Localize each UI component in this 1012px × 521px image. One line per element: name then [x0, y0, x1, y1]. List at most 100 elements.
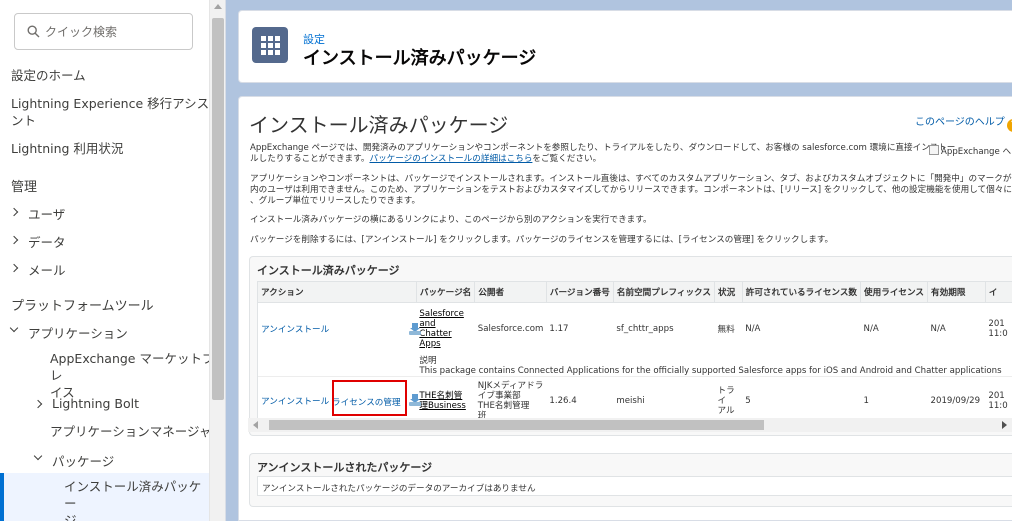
- col-header: バージョン番号: [546, 282, 614, 303]
- package-name-link[interactable]: THE名刺管 理Business: [419, 391, 466, 411]
- appexchange-image-alt: AppExchange へ: [941, 147, 1012, 157]
- horizontal-scrollbar-thumb[interactable]: [269, 420, 764, 430]
- page-header: 設定 インストール済みパッケージ: [238, 10, 1012, 83]
- sidebar-scrollbar-thumb[interactable]: [212, 18, 224, 400]
- package-name-line: THE名刺管: [419, 390, 463, 401]
- help-icon: ?: [1006, 119, 1012, 132]
- package-name: Salesforce and Chatter Apps: [416, 302, 474, 356]
- col-header: アクション: [258, 282, 417, 303]
- sidebar-item-lightning-usage[interactable]: Lightning 利用状況: [11, 140, 123, 157]
- manage-licenses-highlight: [332, 380, 407, 416]
- used-licenses-cell: N/A: [863, 324, 879, 335]
- sidebar-item-label-line: ジ: [64, 513, 77, 521]
- package-name-line: 理Business: [419, 400, 466, 411]
- sidebar-item-label: Lightning Bolt: [52, 396, 140, 411]
- setup-sidebar: 設定のホーム Lightning Experience 移行アシスタ ント Li…: [0, 0, 226, 521]
- publisher-line: NJKメディアドラ: [477, 380, 544, 391]
- sidebar-item-label: Lightning Experience 移行アシスタ: [11, 96, 222, 111]
- installed-packages-table: アクション パッケージ名 公開者 バージョン番号 名前空間プレフィックス 状況 …: [257, 281, 1012, 430]
- appexchange-image[interactable]: AppExchange へ: [929, 145, 1011, 157]
- allowed-licenses-cell: N/A: [745, 324, 761, 335]
- broken-image-icon: [929, 145, 939, 155]
- col-header: 名前空間プレフィックス: [613, 282, 715, 303]
- download-icon[interactable]: [408, 394, 422, 406]
- installed-packages-block: インストール済みパッケージ アクション パッケージ名 公開者 バージョン番号 名…: [249, 256, 1012, 436]
- sidebar-item-setup-home[interactable]: 設定のホーム: [11, 67, 86, 84]
- col-header: 使用ライセンス: [860, 282, 929, 303]
- help-link[interactable]: このページのヘルプ?: [915, 113, 1012, 132]
- page-title: インストール済みパッケージ: [303, 48, 537, 69]
- package-info-paragraph: アプリケーションやコンポーネントは、パッケージでインストールされます。インストー…: [250, 174, 1012, 207]
- install-date-line: 201: [988, 319, 1005, 330]
- sidebar-scrollbar[interactable]: [209, 0, 225, 521]
- download-icon[interactable]: [408, 322, 422, 335]
- sidebar-section-admin: 管理: [11, 180, 38, 195]
- quick-search-input[interactable]: [45, 22, 185, 42]
- package-name-line: Chatter: [419, 329, 452, 340]
- uninstall-link[interactable]: アンインストール: [261, 325, 329, 335]
- intro-text: ルしたりすることができます。: [250, 154, 370, 164]
- expiration-cell: N/A: [930, 324, 946, 335]
- scroll-up-icon[interactable]: [214, 4, 222, 9]
- chevron-right-icon: [33, 399, 43, 409]
- install-details-link[interactable]: パッケージのインストールの詳細はこちら: [369, 154, 532, 164]
- col-header: 有効期限: [927, 282, 986, 303]
- namespace-cell: sf_chttr_apps: [616, 324, 674, 335]
- sidebar-item-lex-migration[interactable]: Lightning Experience 移行アシスタ ント: [11, 95, 222, 129]
- table-row-description: 説明 This package contains Connected Appli…: [258, 356, 1012, 377]
- chevron-down-icon: [33, 451, 43, 461]
- description-text: This package contains Connected Applicat…: [419, 366, 1002, 376]
- row-actions: アンインストール: [258, 302, 421, 356]
- table-horizontal-scrollbar[interactable]: [248, 418, 1012, 432]
- sidebar-item-label: ユーザ: [28, 207, 66, 222]
- description-cell: 説明 This package contains Connected Appli…: [416, 356, 1012, 377]
- chevron-down-icon: [9, 323, 19, 333]
- scroll-left-icon[interactable]: [253, 421, 258, 429]
- scroll-right-icon[interactable]: [1002, 421, 1007, 429]
- sidebar-item-appexchange[interactable]: AppExchange マーケットプレ イス: [50, 350, 225, 401]
- col-header: パッケージ名: [416, 282, 476, 303]
- sidebar-item-installed-packages[interactable]: インストール済みパッケー ジ: [0, 473, 210, 521]
- intro-line: ルしたりすることができます。パッケージのインストールの詳細はこちらをご覧ください…: [250, 154, 955, 165]
- sidebar-item-app-manager[interactable]: アプリケーションマネージャ: [50, 423, 211, 440]
- status-line: トライ: [717, 385, 735, 406]
- uninstall-paragraph: パッケージを削除するには、[アンインストール] をクリックします。パッケージのラ…: [250, 235, 834, 245]
- sidebar-item-label: メール: [28, 263, 66, 278]
- status-cell: 無料: [717, 325, 735, 336]
- intro-text: をご覧ください。: [532, 154, 602, 164]
- info-line: 内のユーザは利用できません。このため、アプリケーションをテストおよびカスタマイズ…: [250, 185, 1012, 195]
- package-name-line: Salesforce: [419, 309, 464, 320]
- sidebar-item-label: インストール済みパッケー ジ: [64, 478, 210, 521]
- description-label: 説明: [419, 356, 437, 366]
- install-date-line: 201: [988, 390, 1005, 401]
- setup-grid-icon: [252, 27, 288, 63]
- content-title: インストール済みパッケージ: [249, 113, 509, 137]
- uninstall-link[interactable]: アンインストール: [261, 397, 329, 407]
- sidebar-section-platform-tools: プラットフォームツール: [11, 299, 154, 314]
- help-link-label: このページのヘルプ: [915, 117, 1005, 128]
- package-name-link[interactable]: Salesforce and Chatter Apps: [419, 309, 464, 349]
- quick-search-box[interactable]: [14, 13, 193, 50]
- table-row: アンインストール Salesforce and Chatter Apps Sal…: [258, 302, 1012, 356]
- empty-cell: [258, 356, 417, 377]
- install-date-cell: 201 11:0: [985, 302, 1012, 356]
- publisher-line: THE名刺管理: [477, 400, 530, 411]
- col-header: 状況: [714, 282, 743, 303]
- intro-line: AppExchange ページでは、開発済みのアプリケーションやコンポーネントを…: [250, 143, 956, 153]
- sidebar-item-label: アプリケーション: [28, 326, 128, 341]
- publisher-cell: Salesforce.com: [477, 324, 544, 335]
- col-header: 公開者: [474, 282, 547, 303]
- info-line: 、グループ単位でリリースしたりできます。: [250, 196, 421, 206]
- table-header-row: アクション パッケージ名 公開者 バージョン番号 名前空間プレフィックス 状況 …: [258, 282, 1012, 303]
- publisher-line: イブ事業部: [477, 390, 521, 401]
- info-line: アプリケーションやコンポーネントは、パッケージでインストールされます。インストー…: [250, 174, 1012, 184]
- sidebar-item-label: ント: [11, 113, 37, 128]
- chevron-right-icon: [9, 207, 19, 217]
- col-header: 許可されているライセンス数: [742, 282, 862, 303]
- version-cell: 1.17: [549, 324, 569, 335]
- sidebar-item-label-line: インストール済みパッケー: [64, 479, 202, 511]
- install-date-line: 11:0: [988, 400, 1008, 411]
- install-date-line: 11:0: [988, 329, 1008, 340]
- sidebar-item-label: パッケージ: [52, 454, 115, 469]
- sidebar-item-label: AppExchange マーケットプレ: [50, 351, 215, 383]
